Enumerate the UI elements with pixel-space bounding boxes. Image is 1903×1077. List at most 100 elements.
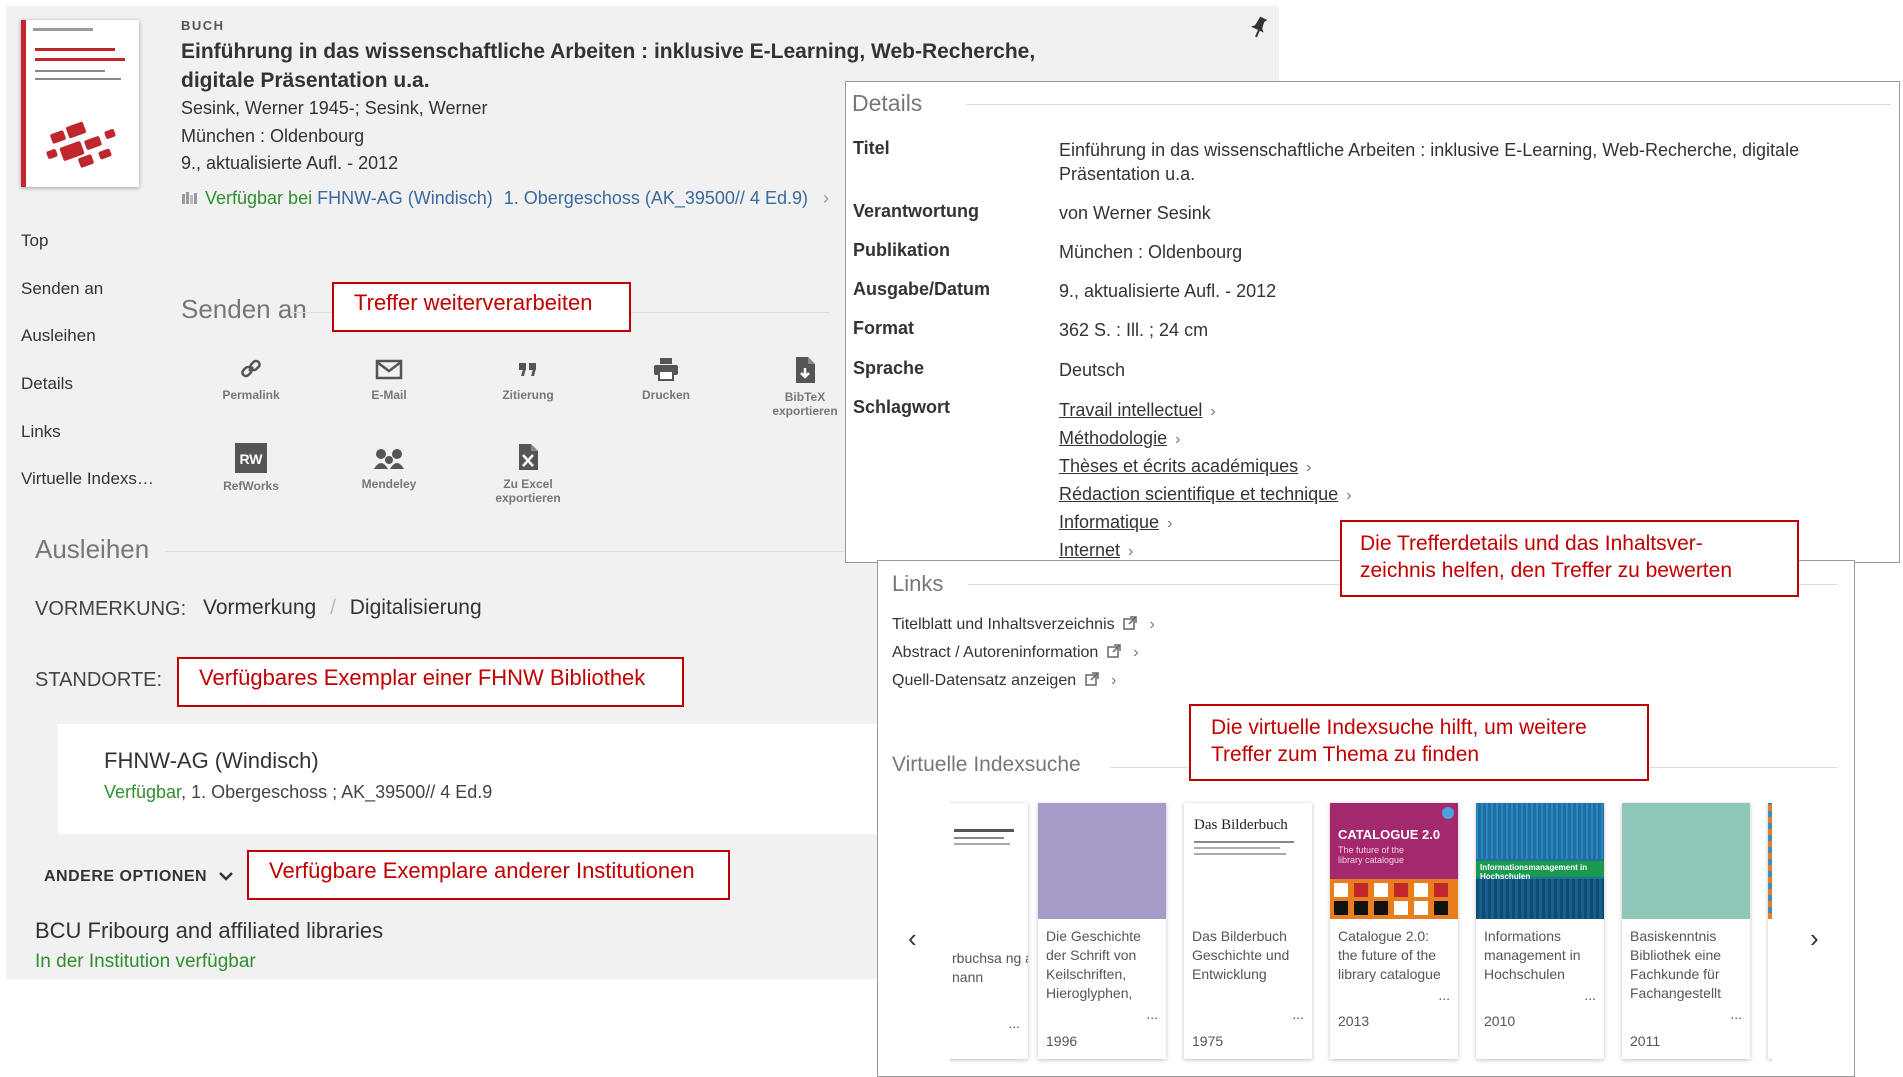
bibtex-file-icon xyxy=(796,357,815,383)
book-card[interactable]: Basiskenntnis Bibliothek eine Fachkunde … xyxy=(1622,803,1750,1059)
pin-icon[interactable] xyxy=(1249,16,1269,38)
bibtex-label-2: exportieren xyxy=(772,404,838,418)
print-icon xyxy=(654,358,678,381)
citation-button[interactable]: Zitierung xyxy=(473,356,583,402)
book-cover-thumbnail[interactable] xyxy=(21,20,139,187)
links-panel: Links Titelblatt und Inhaltsverzeichnis … xyxy=(877,560,1855,1077)
book-card-title: rbuchsa ng a nann xyxy=(952,950,1028,985)
other-library-name[interactable]: BCU Fribourg and affiliated libraries xyxy=(35,918,383,944)
divider xyxy=(966,104,1891,105)
vormerkung-label: VORMERKUNG: xyxy=(35,598,187,620)
refworks-button[interactable]: RW RefWorks xyxy=(196,443,306,493)
excel-file-icon xyxy=(519,444,538,470)
detail-label-format: Format xyxy=(853,318,915,338)
digitalisierung-link[interactable]: Digitalisierung xyxy=(350,596,482,619)
book-card[interactable]: CATALOGUE 2.0 The future of the library … xyxy=(1330,803,1458,1059)
subject-link[interactable]: Travail intellectuel › xyxy=(1059,397,1352,425)
location-detail: , 1. Obergeschoss ; AK_39500// 4 Ed.9 xyxy=(181,782,493,802)
external-link-icon xyxy=(1084,672,1099,686)
permalink-button[interactable]: Permalink xyxy=(196,356,306,402)
callout-virtuell-line-1: Die virtuelle Indexsuche hilft, um weite… xyxy=(1211,716,1587,739)
carousel-next-button[interactable]: › xyxy=(1810,923,1819,954)
excel-label: Zu Excel xyxy=(503,477,553,491)
callout-andere-institutionen: Verfügbare Exemplare anderer Institution… xyxy=(247,850,730,900)
book-card-year: 1975 xyxy=(1192,1033,1224,1049)
more-ellipsis: ... xyxy=(1292,1006,1304,1022)
book-card[interactable]: Die Geschichte der Schrift von Keilschri… xyxy=(1038,803,1166,1059)
availability-status: Verfügbar bei xyxy=(205,188,313,208)
book-cover xyxy=(950,803,1028,919)
availability-library[interactable]: FHNW-AG (Windisch) xyxy=(317,188,493,208)
excel-export-button[interactable]: Zu Excel exportieren xyxy=(473,443,583,505)
book-card-year: 2011 xyxy=(1630,1033,1661,1049)
detail-value-sprache: Deutsch xyxy=(1059,360,1126,380)
print-button[interactable]: Drucken xyxy=(611,356,721,402)
citation-label: Zitierung xyxy=(502,388,554,402)
availability-location[interactable]: 1. Obergeschoss (AK_39500// 4 Ed.9) xyxy=(504,188,808,208)
chevron-right-icon: › xyxy=(1346,487,1352,504)
subject-link[interactable]: Méthodologie › xyxy=(1059,425,1352,453)
nav-senden-an[interactable]: Senden an xyxy=(21,279,103,299)
book-card-title: Basiskenntnis Bibliothek eine Fachkunde … xyxy=(1630,928,1722,1001)
book-card-title: Catalogue 2.0: the future of the library… xyxy=(1338,928,1441,982)
location-card[interactable] xyxy=(58,724,878,834)
detail-value-verantwortung: von Werner Sesink xyxy=(1059,203,1211,223)
detail-value-titel: Einführung in das wissenschaftliche Arbe… xyxy=(1059,140,1800,184)
book-card[interactable] xyxy=(1768,803,1772,1059)
vormerkung-link[interactable]: Vormerkung xyxy=(203,596,316,619)
more-ellipsis: ... xyxy=(1584,987,1596,1003)
nav-details[interactable]: Details xyxy=(21,374,73,394)
chevron-right-icon: › xyxy=(1149,616,1155,633)
subject-link[interactable]: Informatique › xyxy=(1059,509,1352,537)
refworks-icon: RW xyxy=(235,443,267,473)
detail-label-sprache: Sprache xyxy=(853,358,925,378)
nav-ausleihen[interactable]: Ausleihen xyxy=(21,326,96,346)
book-cover xyxy=(1038,803,1166,919)
detail-label-verantwortung: Verantwortung xyxy=(853,201,980,221)
separator: / xyxy=(330,596,336,619)
book-card-title: Das Bilderbuch Geschichte und Entwicklun… xyxy=(1192,928,1290,982)
lend-heading: Ausleihen xyxy=(35,534,150,564)
record-author[interactable]: Sesink, Werner 1945-; Sesink, Werner xyxy=(181,98,487,119)
link-icon xyxy=(241,359,261,378)
link-abstract[interactable]: Abstract / Autoreninformation › xyxy=(892,644,1139,662)
location-status: Verfügbar xyxy=(104,782,182,802)
mendeley-label: Mendeley xyxy=(361,477,417,491)
chevron-right-icon: › xyxy=(1167,515,1173,532)
location-status-line: Verfügbar, 1. Obergeschoss ; AK_39500// … xyxy=(104,782,492,803)
detail-value-format: 362 S. : Ill. ; 24 cm xyxy=(1059,320,1209,340)
book-card-year: 2013 xyxy=(1338,1013,1370,1029)
other-options-toggle[interactable]: ANDERE OPTIONEN xyxy=(44,868,234,886)
request-options: Vormerkung / Digitalisierung xyxy=(203,596,482,620)
carousel-prev-button[interactable]: ‹ xyxy=(908,923,917,954)
mendeley-button[interactable]: Mendeley xyxy=(334,447,444,491)
subject-link[interactable]: Thèses et écrits académiques › xyxy=(1059,453,1352,481)
email-button[interactable]: E-Mail xyxy=(334,356,444,402)
book-card-title: Informations management in Hochschulen xyxy=(1484,928,1581,982)
chevron-right-icon: › xyxy=(1210,403,1216,420)
book-cover: Informationsmanagement in Hochschulen xyxy=(1476,803,1604,919)
callout-trefferdetails-line-2: zeichnis helfen, den Treffer zu bewerten xyxy=(1360,559,1733,582)
bibtex-label: BibTeX xyxy=(784,390,826,404)
subject-link[interactable]: Rédaction scientifique et technique › xyxy=(1059,481,1352,509)
nav-links[interactable]: Links xyxy=(21,422,61,442)
mail-icon xyxy=(375,359,403,380)
book-card-year: 1996 xyxy=(1046,1033,1078,1049)
nav-top[interactable]: Top xyxy=(21,231,48,251)
callout-fhnw-exemplar: Verfügbares Exemplar einer FHNW Biblioth… xyxy=(177,657,684,707)
link-titelblatt[interactable]: Titelblatt und Inhaltsverzeichnis › xyxy=(892,616,1155,634)
book-cover: Das Bilderbuch xyxy=(1184,803,1312,919)
more-ellipsis: ... xyxy=(1146,1006,1158,1022)
location-name[interactable]: FHNW-AG (Windisch) xyxy=(104,748,319,774)
bibtex-export-button[interactable]: BibTeX exportieren xyxy=(750,356,860,418)
links-heading: Links xyxy=(892,571,944,596)
link-quelldatensatz[interactable]: Quell-Datensatz anzeigen › xyxy=(892,672,1116,690)
excel-label-2: exportieren xyxy=(495,491,561,505)
mendeley-icon xyxy=(374,449,404,469)
availability-line[interactable]: Verfügbar bei FHNW-AG (Windisch) 1. Ober… xyxy=(181,188,829,209)
book-card[interactable]: rbuchsa ng a nann ... xyxy=(950,803,1028,1059)
book-card[interactable]: Das Bilderbuch Das Bilderbuch Geschichte… xyxy=(1184,803,1312,1059)
nav-virtuelle-indexsuche[interactable]: Virtuelle Indexs… xyxy=(21,469,154,489)
other-options-label: ANDERE OPTIONEN xyxy=(44,868,208,885)
book-card[interactable]: Informationsmanagement in Hochschulen In… xyxy=(1476,803,1604,1059)
